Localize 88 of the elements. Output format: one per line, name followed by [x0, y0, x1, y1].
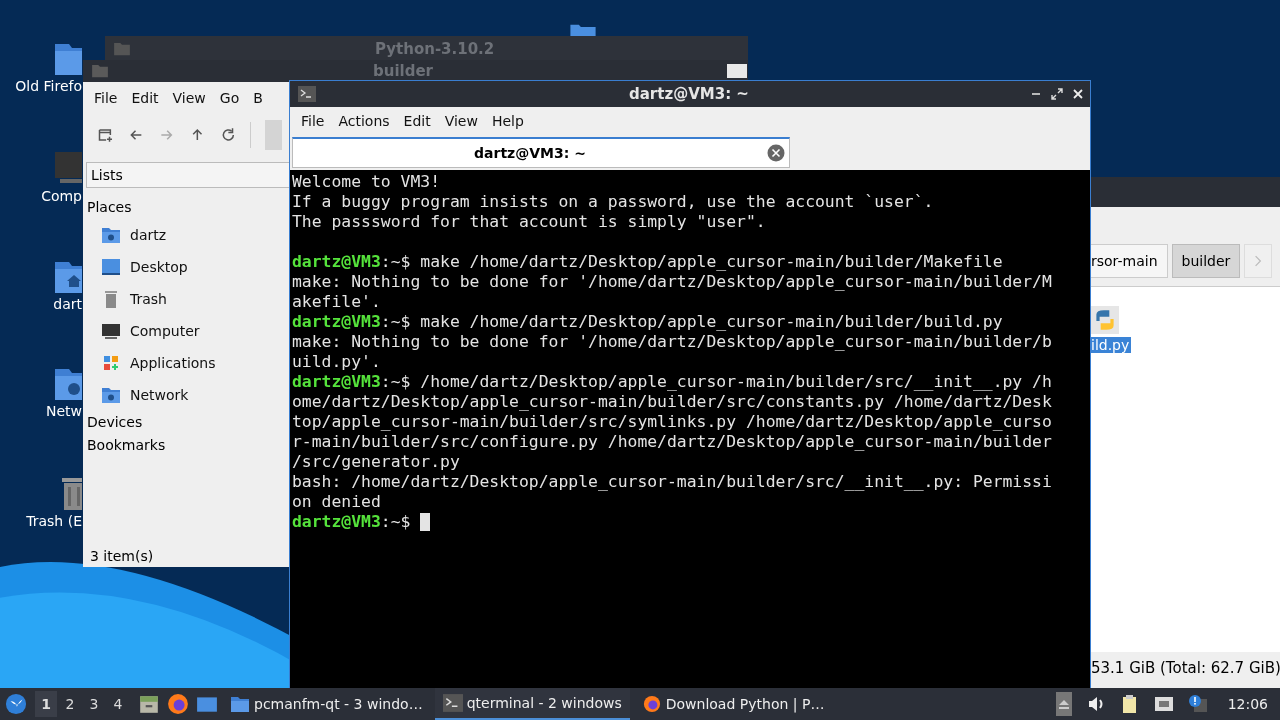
- taskbar-button[interactable]: pcmanfm-qt - 3 windo…: [222, 688, 431, 720]
- desktop-icon-label[interactable]: Old Firefo: [15, 78, 82, 94]
- desktop-icon-label[interactable]: Comp: [41, 188, 82, 204]
- folder-icon: [91, 64, 109, 78]
- menu-item[interactable]: Actions: [333, 111, 399, 131]
- place-item[interactable]: Desktop: [130, 259, 188, 275]
- file-cabinet-icon[interactable]: [138, 693, 160, 715]
- terminal-line: /src/generator.py: [292, 452, 460, 472]
- workspace-button[interactable]: 2: [59, 691, 81, 717]
- terminal-line: r-main/builder/src/configure.py /home/dartz/Desktop/apple_cursor-main/builder: [292, 432, 1052, 452]
- menu-item[interactable]: Edit: [398, 111, 440, 131]
- status-text: 53.1 GiB (Total: 62.7 GiB): [1091, 658, 1280, 679]
- prompt-user: dartz@VM3: [292, 512, 381, 532]
- section-header[interactable]: Places: [87, 196, 286, 219]
- terminal-line: make: Nothing to be done for '/home/dartz/Desktop/apple_cursor-main/builder/b: [292, 332, 1052, 352]
- home-folder-icon: [101, 226, 121, 244]
- browser-icon[interactable]: [167, 693, 189, 715]
- browser-icon: [641, 695, 662, 713]
- terminal-line: :~$ make /home/dartz/Desktop/apple_cursor-main/builder/Makefile: [380, 252, 1003, 272]
- window-title: dartz@VM3: ~: [629, 85, 749, 103]
- terminal-line: on denied: [292, 492, 381, 512]
- chevron-icon: [1254, 254, 1263, 268]
- menu-item[interactable]: Edit: [126, 88, 168, 108]
- terminal-line: uild.py'.: [292, 352, 381, 372]
- text-cursor: [420, 513, 431, 531]
- folder-icon: [230, 695, 250, 713]
- python-file-icon[interactable]: [1091, 305, 1119, 335]
- menu-item[interactable]: File: [296, 111, 334, 131]
- eject-icon: [1057, 698, 1070, 710]
- desktop-icon-label[interactable]: Trash (E: [26, 513, 82, 529]
- menu-item[interactable]: View: [167, 88, 215, 108]
- close-icon[interactable]: [1072, 88, 1084, 100]
- prompt-user: dartz@VM3: [292, 312, 381, 332]
- workspace-button[interactable]: 1: [35, 691, 57, 717]
- terminal-line: The passsword for that account is simply "user".: [292, 212, 766, 232]
- terminal-line: top/apple_cursor-main/builder/src/symlinks.py /home/dartz/Desktop/apple_curso: [292, 412, 1052, 432]
- taskbar-button[interactable]: Download Python | P…: [633, 688, 833, 720]
- terminal-icon: [442, 694, 463, 712]
- menu-item[interactable]: B: [248, 88, 272, 108]
- taskbar-button[interactable]: qterminal - 2 windows: [434, 688, 630, 720]
- place-item[interactable]: Network: [130, 387, 189, 403]
- prompt-user: dartz@VM3: [292, 252, 381, 272]
- status-text: 3 item(s): [89, 547, 155, 566]
- section-header[interactable]: Bookmarks: [87, 434, 286, 457]
- desktop-icon: [101, 258, 121, 276]
- maximize-icon[interactable]: [1051, 88, 1063, 100]
- menu-item[interactable]: Go: [214, 88, 249, 108]
- terminal-line: If a buggy program insists on a password, use the account `user`.: [292, 192, 934, 212]
- monitor-icon: [101, 322, 121, 340]
- terminal-line: akefile'.: [292, 292, 381, 312]
- menu-item[interactable]: File: [89, 88, 127, 108]
- start-menu-icon[interactable]: [5, 693, 27, 715]
- window-title: builder: [373, 62, 433, 80]
- folder-icon: [113, 42, 131, 56]
- eject-button[interactable]: [1055, 692, 1072, 716]
- terminal-line: :~$: [380, 512, 412, 532]
- monitor-icon[interactable]: [54, 150, 82, 186]
- network-icon[interactable]: [1153, 694, 1174, 714]
- workspace-button[interactable]: 3: [83, 691, 105, 717]
- workspace-button[interactable]: 4: [107, 691, 129, 717]
- terminal-tab[interactable]: dartz@VM3: ~: [292, 137, 790, 168]
- section-header[interactable]: Devices: [87, 411, 286, 434]
- network-folder-icon: [101, 386, 121, 404]
- path-button[interactable]: builder: [1171, 244, 1241, 278]
- pane-selector[interactable]: Lists: [86, 162, 290, 188]
- terminal-line: Welcome to VM3!: [292, 172, 441, 192]
- terminal-line: :~$ make /home/dartz/Desktop/apple_cursor-main/builder/build.py: [380, 312, 1003, 332]
- notification-icon[interactable]: [1187, 694, 1208, 714]
- prompt-user: dartz@VM3: [292, 372, 381, 392]
- menu-item[interactable]: View: [439, 111, 487, 131]
- menu-item[interactable]: Help: [486, 111, 533, 131]
- place-item[interactable]: Trash: [130, 291, 167, 307]
- place-item[interactable]: Applications: [130, 355, 216, 371]
- terminal-line: ome/dartz/Desktop/apple_cursor-main/builder/src/constants.py /home/dartz/Desk: [292, 392, 1052, 412]
- terminal-icon: [298, 86, 316, 102]
- desktop-icon-label[interactable]: Netw: [45, 403, 82, 419]
- desktop-icon-label[interactable]: dart: [53, 296, 82, 312]
- terminal-line: make: Nothing to be done for '/home/dartz/Desktop/apple_cursor-main/builder/M: [292, 272, 1052, 292]
- terminal-line: bash: /home/dartz/Desktop/apple_cursor-main/builder/src/__init__.py: Permissi: [292, 472, 1052, 492]
- clock[interactable]: 12:06: [1227, 696, 1268, 712]
- window-title: Python-3.10.2: [375, 40, 495, 58]
- close-tab-icon[interactable]: [767, 144, 785, 162]
- place-item[interactable]: Computer: [130, 323, 200, 339]
- applications-icon: [101, 354, 121, 372]
- place-item[interactable]: dartz: [130, 227, 167, 243]
- path-button[interactable]: rsor-main: [1091, 244, 1168, 278]
- terminal-line: :~$ /home/dartz/Desktop/apple_cursor-main/builder/src/__init__.py /h: [380, 372, 1052, 392]
- file-name[interactable]: ild.py: [1091, 337, 1132, 353]
